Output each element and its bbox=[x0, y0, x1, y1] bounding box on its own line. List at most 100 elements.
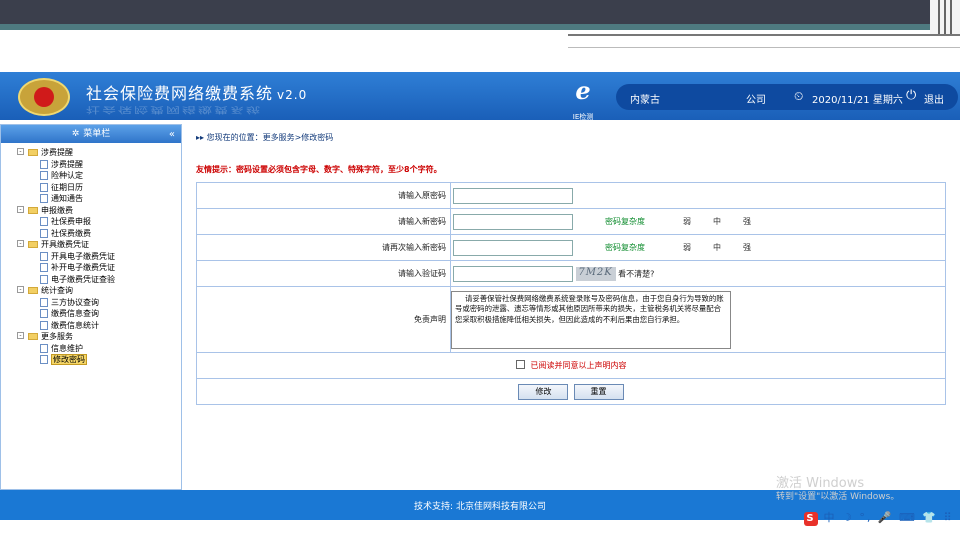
collapse-toggle-icon[interactable]: - bbox=[17, 205, 24, 213]
menu-group-stats[interactable]: - 统计查询 bbox=[17, 285, 181, 297]
new-password-input[interactable] bbox=[453, 213, 573, 230]
menu-item-reissue-voucher[interactable]: 补开电子缴费凭证 bbox=[19, 262, 181, 274]
menu-group-more-services[interactable]: - 更多服务 bbox=[17, 331, 181, 343]
menu-item-agreement-query[interactable]: 三方协议查询 bbox=[19, 297, 181, 309]
menu-item-label: 缴费信息统计 bbox=[51, 320, 99, 330]
page-icon bbox=[40, 320, 48, 330]
folder-icon bbox=[28, 287, 38, 294]
menu-item-fee-reminder[interactable]: 涉费提醒 bbox=[19, 159, 181, 171]
menu-item-label: 通知通告 bbox=[51, 194, 83, 203]
menu-item-label: 征期日历 bbox=[51, 182, 83, 192]
menu-item-verify-voucher[interactable]: 电子缴费凭证查验 bbox=[19, 274, 181, 286]
strength-weak: 弱 bbox=[683, 243, 691, 252]
page-icon bbox=[40, 251, 48, 261]
slide-top-band bbox=[0, 0, 960, 24]
system-title: 社会保险费网络缴费系统 v2.0 bbox=[86, 80, 307, 104]
menu-group-label: 涉费提醒 bbox=[41, 148, 73, 157]
strength-label: 密码复杂度 bbox=[605, 243, 645, 252]
confirm-password-label: 请再次输入新密码 bbox=[196, 234, 451, 261]
slide-decor-bar bbox=[568, 34, 960, 48]
strength-strong: 强 bbox=[743, 217, 751, 226]
menu-item-notices[interactable]: 通知通告 bbox=[19, 193, 181, 205]
ime-toolbar[interactable]: S 中 ☽ °, 🎤 ⌨ 👕 ⠿ bbox=[804, 509, 954, 526]
password-tip: 友情提示：密码设置必须包含字母、数字、特殊字符，至少8个字符。 bbox=[196, 165, 442, 174]
logout-button[interactable]: 退出 bbox=[924, 91, 944, 106]
agree-checkbox[interactable] bbox=[515, 360, 525, 369]
collapse-toggle-icon[interactable]: - bbox=[17, 240, 24, 247]
menu-group-label: 更多服务 bbox=[41, 332, 73, 341]
strength-medium: 中 bbox=[713, 243, 721, 252]
menu-group-fee-reminder[interactable]: - 涉费提醒 bbox=[17, 147, 181, 159]
power-icon[interactable]: ⏻ bbox=[906, 88, 916, 103]
old-password-input[interactable] bbox=[453, 187, 573, 204]
activate-windows-hint: 转到"设置"以激活 Windows。 bbox=[776, 492, 900, 502]
menu-group-voucher[interactable]: - 开具缴费凭证 bbox=[17, 239, 181, 251]
collapse-icon[interactable]: « bbox=[169, 126, 175, 144]
page-icon bbox=[40, 343, 48, 353]
menu-group-declare-pay[interactable]: - 申报缴费 bbox=[17, 205, 181, 217]
strength-medium: 中 bbox=[713, 217, 721, 226]
menu-item-calendar[interactable]: 征期日历 bbox=[19, 182, 181, 194]
confirm-password-input[interactable] bbox=[453, 239, 573, 256]
menu-group-label: 申报缴费 bbox=[41, 205, 73, 215]
menu-item-payment-stats[interactable]: 缴费信息统计 bbox=[19, 320, 181, 332]
captcha-label: 请输入验证码 bbox=[196, 260, 451, 287]
strength-label: 密码复杂度 bbox=[605, 217, 645, 226]
form-row: 请输入原密码 bbox=[196, 182, 946, 209]
tax-emblem-icon bbox=[18, 78, 70, 116]
menu-item-label: 涉费提醒 bbox=[51, 159, 83, 169]
menu-item-label: 开具电子缴费凭证 bbox=[51, 251, 115, 261]
collapse-toggle-icon[interactable]: - bbox=[17, 286, 24, 293]
menu-item-label: 三方协议查询 bbox=[51, 297, 99, 307]
collapse-toggle-icon[interactable]: - bbox=[17, 332, 24, 339]
menu-item-label: 社保费缴费 bbox=[51, 228, 91, 238]
slide-accent-line bbox=[0, 24, 960, 30]
menu-item-label: 社保费申报 bbox=[51, 217, 91, 226]
menu-item-label: 电子缴费凭证查验 bbox=[51, 274, 115, 284]
form-row: 修改 重置 bbox=[196, 378, 946, 405]
form-row: 请输入新密码 密码复杂度 弱 中 强 bbox=[196, 208, 946, 235]
submit-button[interactable]: 修改 bbox=[518, 383, 569, 400]
page-icon bbox=[40, 263, 48, 272]
system-version: v2.0 bbox=[277, 88, 308, 102]
form-cell: 密码复杂度 弱 中 强 bbox=[450, 208, 946, 235]
folder-icon bbox=[28, 149, 38, 156]
strength-weak: 弱 bbox=[683, 217, 691, 226]
menu-item-label: 缴费信息查询 bbox=[51, 309, 99, 318]
form-cell: 修改 重置 bbox=[196, 378, 946, 405]
page-icon bbox=[40, 309, 48, 318]
app-header: 社会保险费网络缴费系统 v2.0 社会保险费网络缴费系统 e IE检测 内蒙古 公司… bbox=[0, 72, 960, 122]
ie-check-button[interactable]: e IE检测 bbox=[568, 78, 598, 122]
user-bar: 内蒙古 公司 ⏲ 2020/11/21 星期六 ⏻ 退出 bbox=[616, 84, 958, 110]
form-cell: 密码复杂度 弱 中 强 bbox=[450, 234, 946, 261]
menu-item-change-password[interactable]: 修改密码 bbox=[19, 354, 181, 366]
menu-group-label: 开具缴费凭证 bbox=[41, 240, 89, 249]
reset-button[interactable]: 重置 bbox=[573, 383, 624, 400]
menu-item-label: 险种认定 bbox=[51, 171, 83, 180]
menu-item-payment-query[interactable]: 缴费信息查询 bbox=[19, 308, 181, 320]
menu-item-insurance-type[interactable]: 险种认定 bbox=[19, 170, 181, 182]
captcha-refresh-link[interactable]: 看不清楚? bbox=[618, 269, 654, 278]
strength-strong: 强 bbox=[743, 243, 751, 252]
menu-item-label: 信息维护 bbox=[51, 343, 83, 353]
captcha-input[interactable] bbox=[453, 265, 573, 282]
disclaimer-textarea[interactable]: 请妥善保管社保费网络缴费系统登录账号及密码信息，由于您自身行为导致的账号或密码的… bbox=[451, 290, 731, 349]
sidebar-header: ✲ 菜单栏 « bbox=[1, 125, 181, 143]
page-icon bbox=[40, 274, 48, 284]
menu-item-issue-voucher[interactable]: 开具电子缴费凭证 bbox=[19, 251, 181, 263]
menu-item-pay[interactable]: 社保费缴费 bbox=[19, 228, 181, 240]
gear-icon: ✲ bbox=[71, 129, 80, 139]
page-icon bbox=[40, 228, 48, 238]
page-icon bbox=[40, 297, 48, 307]
ie-check-label: IE检测 bbox=[572, 113, 594, 121]
form-row: 免责声明 请妥善保管社保费网络缴费系统登录账号及密码信息，由于您自身行为导致的账… bbox=[196, 286, 946, 353]
folder-icon bbox=[28, 241, 38, 248]
page-icon bbox=[40, 171, 48, 180]
app-window: 社会保险费网络缴费系统 v2.0 社会保险费网络缴费系统 e IE检测 内蒙古 公司… bbox=[0, 72, 960, 520]
menu-item-info-maintain[interactable]: 信息维护 bbox=[19, 343, 181, 355]
form-cell bbox=[450, 182, 946, 209]
menu-item-declare[interactable]: 社保费申报 bbox=[19, 216, 181, 228]
collapse-toggle-icon[interactable]: - bbox=[17, 148, 24, 155]
clock-icon: ⏲ bbox=[794, 89, 804, 103]
captcha-image[interactable]: 7M2K bbox=[575, 266, 616, 281]
